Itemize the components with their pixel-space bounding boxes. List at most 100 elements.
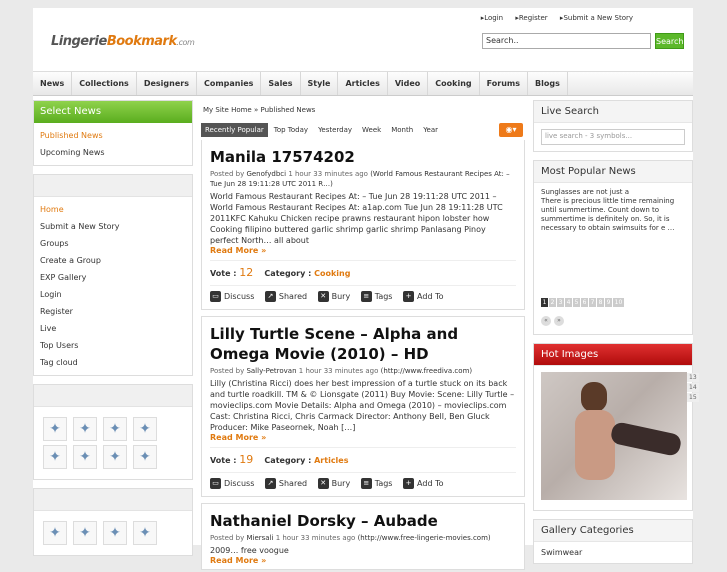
tab-year[interactable]: Year xyxy=(419,123,442,137)
page-button[interactable]: 3 xyxy=(557,298,564,307)
story-vote-row: Vote : 12 Category : Cooking xyxy=(210,260,516,282)
star-icon[interactable]: ✦ xyxy=(73,521,97,545)
live-search-input[interactable]: live search - 3 symbols... xyxy=(541,129,685,145)
register-link[interactable]: Register xyxy=(515,14,547,22)
page-button[interactable]: 6 xyxy=(581,298,588,307)
story-source[interactable]: (http://www.freediva.com) xyxy=(381,367,472,375)
vote-count[interactable]: 19 xyxy=(239,453,253,466)
story-title[interactable]: Manila 17574202 xyxy=(210,147,516,167)
nav-cooking[interactable]: Cooking xyxy=(428,72,480,95)
search-button[interactable]: Search xyxy=(655,33,684,49)
story-author[interactable]: Genofydbci xyxy=(246,170,286,178)
menu-register[interactable]: Register xyxy=(34,303,192,320)
shared-button[interactable]: ↗ Shared xyxy=(264,478,307,490)
page-button[interactable]: 15 xyxy=(687,393,699,402)
icons-box: ✦ ✦ ✦ ✦ ✦ ✦ ✦ ✦ xyxy=(33,384,193,480)
nav-forums[interactable]: Forums xyxy=(480,72,529,95)
story-title[interactable]: Lilly Turtle Scene – Alpha and Omega Mov… xyxy=(210,324,516,364)
icons-box-2-header xyxy=(34,489,192,511)
nav-style[interactable]: Style xyxy=(301,72,339,95)
tag-icon: ≡ xyxy=(360,291,372,302)
story-author[interactable]: Miersali xyxy=(246,534,273,542)
page-button[interactable]: 14 xyxy=(687,383,699,392)
vote-count[interactable]: 12 xyxy=(239,266,253,279)
menu-tag-cloud[interactable]: Tag cloud xyxy=(34,354,192,371)
star-icon[interactable]: ✦ xyxy=(43,521,67,545)
star-icon[interactable]: ✦ xyxy=(103,417,127,441)
page-button[interactable]: 1 xyxy=(541,298,548,307)
published-news-link[interactable]: Published News xyxy=(34,127,192,144)
menu-submit-story[interactable]: Submit a New Story xyxy=(34,218,192,235)
bury-button[interactable]: ✕ Bury xyxy=(317,478,350,490)
menu-exp-gallery[interactable]: EXP Gallery xyxy=(34,269,192,286)
tab-top-today[interactable]: Top Today xyxy=(270,123,312,137)
search-input[interactable]: Search.. xyxy=(482,33,651,49)
prev-icon[interactable]: « xyxy=(541,316,551,326)
menu-groups[interactable]: Groups xyxy=(34,235,192,252)
nav-collections[interactable]: Collections xyxy=(72,72,137,95)
add-to-button[interactable]: + Add To xyxy=(403,291,443,303)
nav-news[interactable]: News xyxy=(33,72,73,95)
hot-image[interactable] xyxy=(541,372,687,500)
read-more-link[interactable]: Read More » xyxy=(210,556,516,565)
star-icon[interactable]: ✦ xyxy=(133,445,157,469)
bury-button[interactable]: ✕ Bury xyxy=(317,291,350,303)
bury-icon: ✕ xyxy=(317,291,329,302)
star-icon[interactable]: ✦ xyxy=(103,445,127,469)
page-button[interactable]: 8 xyxy=(597,298,604,307)
nav-sales[interactable]: Sales xyxy=(261,72,301,95)
star-icon[interactable]: ✦ xyxy=(43,417,67,441)
star-icon[interactable]: ✦ xyxy=(73,417,97,441)
star-icon[interactable]: ✦ xyxy=(43,445,67,469)
login-link[interactable]: Login xyxy=(481,14,503,22)
site-logo[interactable]: LingerieBookmark.com xyxy=(51,34,195,49)
page-button[interactable]: 13 xyxy=(687,373,699,382)
add-to-button[interactable]: + Add To xyxy=(403,478,443,490)
discuss-button[interactable]: ▭ Discuss xyxy=(210,478,254,490)
tags-button[interactable]: ≡ Tags xyxy=(360,291,392,303)
tab-month[interactable]: Month xyxy=(387,123,417,137)
read-more-link[interactable]: Read More » xyxy=(210,433,516,442)
popular-news-text[interactable]: Sunglasses are not just a There is preci… xyxy=(534,183,692,297)
tab-week[interactable]: Week xyxy=(358,123,385,137)
star-icon[interactable]: ✦ xyxy=(133,521,157,545)
story-category[interactable]: Cooking xyxy=(314,269,350,278)
menu-create-group[interactable]: Create a Group xyxy=(34,252,192,269)
main-nav: News Collections Designers Companies Sal… xyxy=(33,71,693,96)
page-button[interactable]: 2 xyxy=(549,298,556,307)
left-sidebar: Select News Published News Upcoming News… xyxy=(33,100,193,564)
rss-icon[interactable]: ◉▾ xyxy=(499,123,523,137)
star-icon[interactable]: ✦ xyxy=(133,417,157,441)
page-button[interactable]: 10 xyxy=(613,298,624,307)
submit-story-link[interactable]: Submit a New Story xyxy=(560,14,633,22)
discuss-button[interactable]: ▭ Discuss xyxy=(210,291,254,303)
read-more-link[interactable]: Read More » xyxy=(210,246,516,255)
tab-yesterday[interactable]: Yesterday xyxy=(314,123,356,137)
star-icon[interactable]: ✦ xyxy=(103,521,127,545)
nav-blogs[interactable]: Blogs xyxy=(528,72,568,95)
nav-video[interactable]: Video xyxy=(388,72,429,95)
menu-top-users[interactable]: Top Users xyxy=(34,337,192,354)
page-button[interactable]: 7 xyxy=(589,298,596,307)
tags-button[interactable]: ≡ Tags xyxy=(360,478,392,490)
nav-designers[interactable]: Designers xyxy=(137,72,197,95)
page-button[interactable]: 5 xyxy=(573,298,580,307)
story-source[interactable]: (http://www.free-lingerie-movies.com) xyxy=(358,534,491,542)
story-author[interactable]: Sally-Petrovan xyxy=(246,367,296,375)
menu-home[interactable]: Home xyxy=(34,201,192,218)
upcoming-news-link[interactable]: Upcoming News xyxy=(34,144,192,161)
star-icon[interactable]: ✦ xyxy=(73,445,97,469)
menu-live[interactable]: Live xyxy=(34,320,192,337)
shared-button[interactable]: ↗ Shared xyxy=(264,291,307,303)
tab-recently-popular[interactable]: Recently Popular xyxy=(201,123,268,137)
page-button[interactable]: 4 xyxy=(565,298,572,307)
next-icon[interactable]: » xyxy=(554,316,564,326)
page-button[interactable]: 9 xyxy=(605,298,612,307)
nav-companies[interactable]: Companies xyxy=(197,72,262,95)
story-category[interactable]: Articles xyxy=(314,456,348,465)
nav-articles[interactable]: Articles xyxy=(338,72,388,95)
story-vote-row: Vote : 19 Category : Articles xyxy=(210,447,516,469)
gallery-category-swimwear[interactable]: Swimwear xyxy=(534,542,692,563)
menu-login[interactable]: Login xyxy=(34,286,192,303)
story-title[interactable]: Nathaniel Dorsky – Aubade xyxy=(210,511,516,531)
